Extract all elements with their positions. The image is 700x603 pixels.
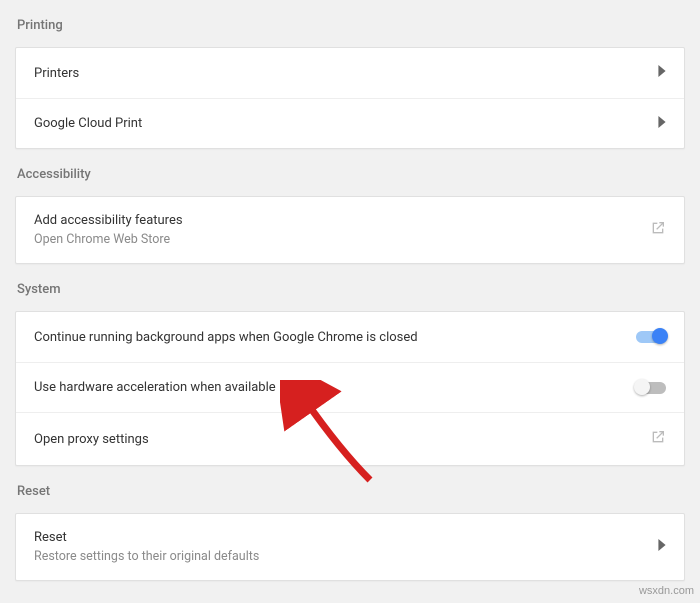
background-apps-row[interactable]: Continue running background apps when Go… xyxy=(16,312,684,362)
reset-title: Reset xyxy=(34,530,259,545)
proxy-settings-label: Open proxy settings xyxy=(34,432,149,447)
section-header-reset: Reset xyxy=(15,466,685,513)
hardware-acceleration-row[interactable]: Use hardware acceleration when available xyxy=(16,362,684,412)
section-header-system: System xyxy=(15,264,685,311)
google-cloud-print-row[interactable]: Google Cloud Print xyxy=(16,98,684,148)
chevron-right-icon xyxy=(658,539,666,555)
background-apps-toggle[interactable] xyxy=(636,330,666,344)
hardware-acceleration-label: Use hardware acceleration when available xyxy=(34,380,276,395)
add-accessibility-title: Add accessibility features xyxy=(34,213,183,228)
section-header-printing: Printing xyxy=(15,0,685,47)
background-apps-label: Continue running background apps when Go… xyxy=(34,330,418,345)
google-cloud-print-label: Google Cloud Print xyxy=(34,116,142,131)
reset-row[interactable]: Reset Restore settings to their original… xyxy=(16,514,684,580)
chevron-right-icon xyxy=(658,116,666,132)
reset-card: Reset Restore settings to their original… xyxy=(15,513,685,581)
add-accessibility-sub: Open Chrome Web Store xyxy=(34,232,183,247)
hardware-acceleration-toggle[interactable] xyxy=(636,381,666,395)
accessibility-card: Add accessibility features Open Chrome W… xyxy=(15,196,685,264)
printing-card: Printers Google Cloud Print xyxy=(15,47,685,149)
reset-sub: Restore settings to their original defau… xyxy=(34,549,259,564)
system-card: Continue running background apps when Go… xyxy=(15,311,685,466)
printers-row[interactable]: Printers xyxy=(16,48,684,98)
external-link-icon xyxy=(650,429,666,449)
printers-label: Printers xyxy=(34,66,79,81)
external-link-icon xyxy=(650,220,666,240)
section-header-accessibility: Accessibility xyxy=(15,149,685,196)
proxy-settings-row[interactable]: Open proxy settings xyxy=(16,412,684,465)
add-accessibility-row[interactable]: Add accessibility features Open Chrome W… xyxy=(16,197,684,263)
chevron-right-icon xyxy=(658,65,666,81)
watermark-text: wsxdn.com xyxy=(639,585,694,597)
